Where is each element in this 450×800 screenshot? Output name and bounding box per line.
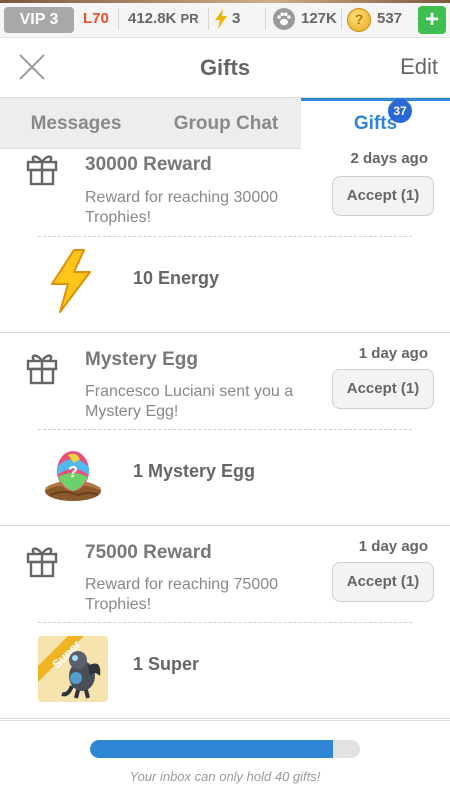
edit-button[interactable]: Edit [400,54,438,80]
item-label: 1 Mystery Egg [133,461,256,481]
gift-box-icon [24,542,60,578]
svg-text:?: ? [68,464,78,481]
gift-box-icon [24,150,60,186]
gift-description: Reward for reaching 75000 Trophies! [85,576,279,613]
gift-title: Mystery Egg [85,349,198,370]
tab-gifts[interactable]: Gifts [301,98,450,149]
accept-button[interactable]: Accept (1) [332,562,434,602]
divider [265,8,266,30]
dragon-paw-icon [273,8,295,30]
gift-count-badge: 37 [388,99,412,123]
inbox-footer: Your inbox can only hold 40 gifts! [0,720,450,800]
dashed-divider [38,236,412,237]
gift-timestamp: 1 day ago [358,345,428,362]
divider [341,8,342,30]
gem-coin-icon: ? [347,8,371,32]
gift-title: 30000 Reward [85,154,212,175]
dashed-divider [38,622,412,623]
tab-bar: Messages Group Chat Gifts [0,97,450,149]
gift-list[interactable]: 30000 Reward 2 days ago Reward for reach… [0,150,450,720]
inbox-note: Your inbox can only hold 40 gifts! [129,769,321,784]
mystery-egg-icon: ? [38,441,108,507]
inbox-capacity-fill [90,740,333,758]
trophy-value: 412.8K [128,10,177,27]
accept-button[interactable]: Accept (1) [332,176,434,216]
vip-badge[interactable]: VIP 3 [4,7,74,33]
item-label: 10 Energy [133,268,220,288]
gem-count[interactable]: 537 [377,9,402,29]
item-label: 1 Super [133,654,200,674]
page-title: Gifts [199,55,251,80]
gift-title: 75000 Reward [85,542,212,563]
trophy-suffix: PR [180,11,199,26]
energy-icon [214,9,228,34]
gift-description: Francesco Luciani sent you a Mystery Egg… [85,383,294,420]
tab-group-chat[interactable]: Group Chat [152,98,300,149]
dashed-divider [38,429,412,430]
energy-count[interactable]: 3 [232,9,240,29]
add-currency-button[interactable]: + [418,6,446,34]
inbox-capacity-bar [90,740,360,758]
gift-card: 75000 Reward 1 day ago Reward for reachi… [0,526,450,719]
super-dragon-icon: Super [38,636,108,702]
gift-card: 30000 Reward 2 days ago Reward for reach… [0,150,450,333]
header: Gifts Edit [0,39,450,97]
divider [208,8,209,30]
lightning-bolt-icon [38,248,108,314]
status-bar: VIP 3 L70 412.8K PR 3 127K ? 537 + [0,0,450,38]
gift-description: Reward for reaching 30000 Trophies! [85,189,279,226]
gift-timestamp: 2 days ago [350,150,428,167]
dragon-count[interactable]: 127K [301,9,337,29]
tab-messages[interactable]: Messages [0,98,152,149]
gift-card: Mystery Egg 1 day ago Francesco Luciani … [0,333,450,526]
status-ribbon [0,0,450,3]
player-level: L70 [83,10,109,27]
gift-box-icon [24,349,60,385]
accept-button[interactable]: Accept (1) [332,369,434,409]
trophy-count[interactable]: 412.8K PR [128,9,199,29]
divider [118,8,119,30]
gift-timestamp: 1 day ago [358,538,428,555]
